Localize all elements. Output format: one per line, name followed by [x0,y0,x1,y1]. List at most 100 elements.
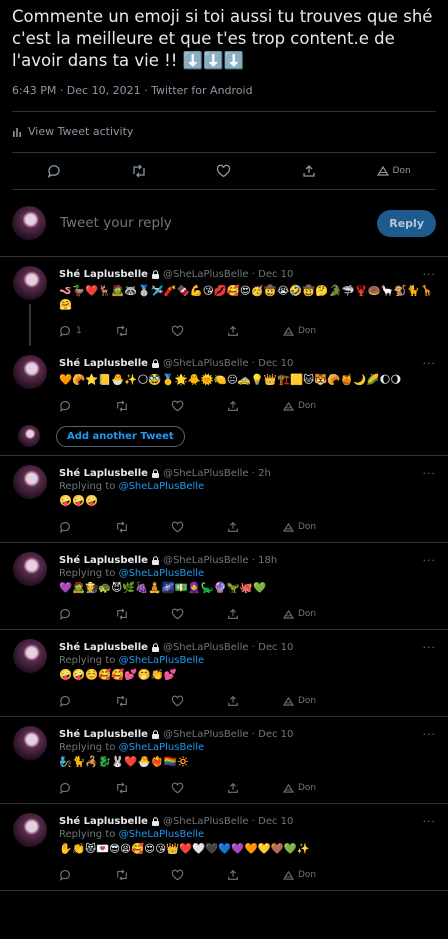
retweet-action[interactable] [115,400,171,412]
tip-action[interactable]: Don [283,870,339,880]
more-options-icon[interactable]: ··· [423,815,437,828]
retweet-action[interactable] [115,695,171,707]
share-action[interactable] [227,695,283,707]
avatar[interactable] [13,726,47,760]
like-action[interactable] [171,695,227,707]
tweet-body: Shé Laplusbelle @SheLaPlusBelle · Dec 10… [59,355,436,421]
reply-tweet[interactable]: Shé Laplusbelle @SheLaPlusBelle · 2h ···… [0,456,448,542]
display-name[interactable]: Shé Laplusbelle [59,269,148,280]
display-name[interactable]: Shé Laplusbelle [59,816,148,827]
display-name[interactable]: Shé Laplusbelle [59,642,148,653]
avatar[interactable] [13,266,47,300]
display-name[interactable]: Shé Laplusbelle [59,729,148,740]
avatar[interactable] [12,206,46,240]
handle[interactable]: @SheLaPlusBelle [163,269,249,280]
more-options-icon[interactable]: ··· [423,554,437,567]
tip-action[interactable]: Don [283,401,339,411]
triangle-icon [283,696,294,706]
like-action[interactable] [171,400,227,412]
reply-button[interactable]: Reply [377,209,436,237]
more-options-icon[interactable]: ··· [423,641,437,654]
timestamp[interactable]: · 18h [252,555,277,566]
more-options-icon[interactable]: ··· [423,268,437,281]
retweet-action[interactable] [115,325,171,337]
reply-tweet[interactable]: Shé Laplusbelle @SheLaPlusBelle · Dec 10… [0,717,448,803]
reply-action[interactable] [12,164,97,178]
timestamp[interactable]: · Dec 10 [252,642,294,653]
like-action[interactable] [171,608,227,620]
reply-action[interactable] [59,695,115,707]
replying-handle[interactable]: @SheLaPlusBelle [119,742,205,753]
avatar-column [12,465,48,542]
share-action[interactable] [266,164,351,178]
reply-tweet[interactable]: Shé Laplusbelle @SheLaPlusBelle · Dec 10… [0,804,448,890]
triangle-icon [283,783,294,793]
retweet-action[interactable] [115,521,171,533]
avatar[interactable] [13,813,47,847]
share-action[interactable] [227,782,283,794]
avatar[interactable] [13,552,47,586]
like-action[interactable] [171,521,227,533]
replying-handle[interactable]: @SheLaPlusBelle [119,829,205,840]
share-action[interactable] [227,325,283,337]
share-icon [303,165,315,177]
tip-action[interactable]: Don [283,696,339,706]
like-action[interactable] [182,164,267,178]
like-action[interactable] [171,782,227,794]
share-action[interactable] [227,608,283,620]
retweet-action[interactable] [115,608,171,620]
handle[interactable]: @SheLaPlusBelle [163,468,249,479]
timestamp[interactable]: · 2h [252,468,271,479]
more-options-icon[interactable]: ··· [423,357,437,370]
replying-handle[interactable]: @SheLaPlusBelle [119,655,205,666]
heart-icon [217,164,231,178]
reply-action[interactable]: 1 [59,325,115,337]
handle[interactable]: @SheLaPlusBelle [163,555,249,566]
reply-tweet[interactable]: Shé Laplusbelle @SheLaPlusBelle · Dec 10… [0,257,448,346]
reply-action[interactable] [59,782,115,794]
display-name[interactable]: Shé Laplusbelle [59,555,148,566]
replying-handle[interactable]: @SheLaPlusBelle [119,481,205,492]
handle[interactable]: @SheLaPlusBelle [163,642,249,653]
reply-input[interactable]: Tweet your reply [60,215,377,231]
reply-action[interactable] [59,608,115,620]
replying-handle[interactable]: @SheLaPlusBelle [119,568,205,579]
more-options-icon[interactable]: ··· [423,728,437,741]
timestamp[interactable]: · Dec 10 [252,358,294,369]
avatar[interactable] [13,355,47,389]
reply-tweet[interactable]: Shé Laplusbelle @SheLaPlusBelle · Dec 10… [0,630,448,716]
tip-action[interactable]: Don [351,166,436,176]
reply-tweet[interactable]: Shé Laplusbelle @SheLaPlusBelle · 18h ··… [0,543,448,629]
handle[interactable]: @SheLaPlusBelle [163,358,249,369]
timestamp[interactable]: · Dec 10 [252,729,294,740]
tip-action[interactable]: Don [283,609,339,619]
avatar[interactable] [13,639,47,673]
reply-action[interactable] [59,869,115,881]
view-activity-link[interactable]: View Tweet activity [12,112,436,153]
share-action[interactable] [227,869,283,881]
chart-bars-icon [12,127,22,137]
timestamp[interactable]: · Dec 10 [252,816,294,827]
like-action[interactable] [171,869,227,881]
retweet-action[interactable] [97,164,182,178]
tip-action[interactable]: Don [283,522,339,532]
handle[interactable]: @SheLaPlusBelle [163,729,249,740]
display-name[interactable]: Shé Laplusbelle [59,358,148,369]
avatar[interactable] [13,465,47,499]
display-name[interactable]: Shé Laplusbelle [59,468,148,479]
tip-action[interactable]: Don [283,326,339,336]
reply-action[interactable] [59,400,115,412]
more-options-icon[interactable]: ··· [423,467,437,480]
share-action[interactable] [227,521,283,533]
handle[interactable]: @SheLaPlusBelle [163,816,249,827]
reply-action[interactable] [59,521,115,533]
like-action[interactable] [171,325,227,337]
retweet-action[interactable] [115,782,171,794]
reply-tweet[interactable]: Shé Laplusbelle @SheLaPlusBelle · Dec 10… [0,346,448,421]
tip-action[interactable]: Don [283,783,339,793]
replying-to: Replying to @SheLaPlusBelle [59,481,436,492]
add-another-tweet-button[interactable]: Add another Tweet [56,425,185,447]
share-action[interactable] [227,400,283,412]
timestamp[interactable]: · Dec 10 [252,269,294,280]
retweet-action[interactable] [115,869,171,881]
